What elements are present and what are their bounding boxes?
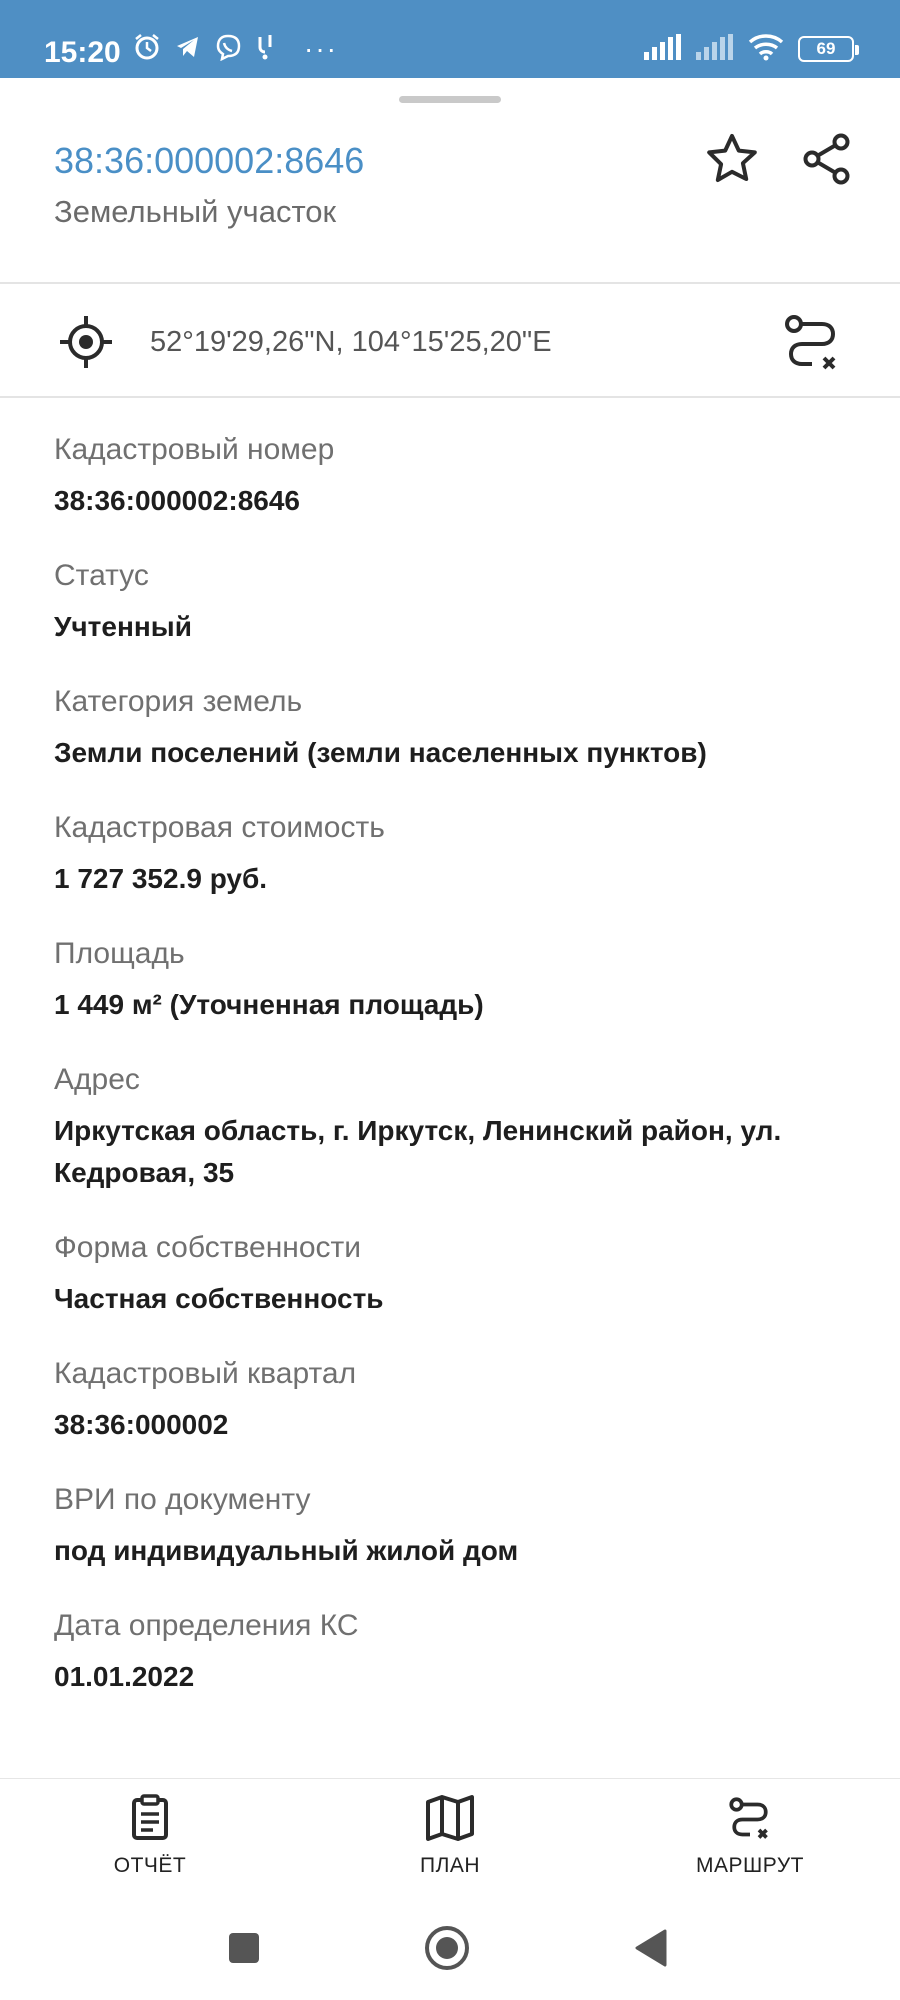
home-circle-icon bbox=[423, 1924, 471, 1977]
home-button[interactable] bbox=[417, 1920, 477, 1980]
field-value: Частная собственность bbox=[54, 1283, 384, 1314]
field-value: 38:36:000002 bbox=[54, 1409, 229, 1440]
notification-icon bbox=[254, 33, 278, 66]
route-nav-button[interactable]: МАРШРУТ bbox=[660, 1794, 840, 1878]
more-notifications-icon: ··· bbox=[304, 33, 338, 64]
field-valuation-date: Дата определения КС 01.01.2022 bbox=[54, 1606, 874, 1698]
telegram-icon bbox=[174, 33, 202, 66]
plan-label: ПЛАН bbox=[419, 1854, 481, 1877]
field-value: 38:36:000002:8646 bbox=[54, 485, 300, 516]
share-button[interactable] bbox=[796, 130, 858, 192]
sheet-drag-handle[interactable] bbox=[399, 96, 501, 103]
field-value: Иркутская область, г. Иркутск, Ленинский… bbox=[54, 1115, 782, 1188]
square-icon bbox=[227, 1931, 261, 1970]
field-cadastral-number: Кадастровый номер 38:36:000002:8646 bbox=[54, 430, 874, 522]
field-value: Земли поселений (земли населенных пункто… bbox=[54, 737, 707, 768]
viber-icon bbox=[214, 33, 242, 66]
system-nav-bar bbox=[0, 1900, 900, 2000]
field-value: 1 449 м² (Уточненная площадь) bbox=[54, 989, 484, 1020]
coordinates-divider bbox=[0, 396, 900, 398]
locate-button[interactable] bbox=[58, 314, 114, 370]
property-fields: Кадастровый номер 38:36:000002:8646 Стат… bbox=[54, 430, 874, 1732]
field-label: Статус bbox=[54, 559, 149, 592]
bottom-nav-divider bbox=[0, 1778, 900, 1779]
header-divider bbox=[0, 282, 900, 284]
share-icon bbox=[799, 131, 855, 192]
signal-icon bbox=[644, 33, 682, 65]
favorite-button[interactable] bbox=[701, 130, 763, 192]
route-icon bbox=[660, 1794, 840, 1842]
field-label: ВРИ по документу bbox=[54, 1483, 311, 1516]
report-icon bbox=[60, 1794, 240, 1842]
field-label: Площадь bbox=[54, 937, 185, 970]
bottom-nav: ОТЧЁТ ПЛАН МАРШРУТ bbox=[0, 1780, 900, 1890]
field-ownership-form: Форма собственности Частная собственност… bbox=[54, 1228, 874, 1320]
crosshair-icon bbox=[58, 316, 114, 374]
field-permitted-use: ВРИ по документу под индивидуальный жило… bbox=[54, 1480, 874, 1572]
recents-button[interactable] bbox=[214, 1920, 274, 1980]
field-value: 01.01.2022 bbox=[54, 1661, 195, 1692]
field-value: Учтенный bbox=[54, 611, 192, 642]
route-icon bbox=[780, 315, 844, 378]
star-icon bbox=[704, 131, 760, 192]
report-button[interactable]: ОТЧЁТ bbox=[60, 1794, 240, 1878]
page-subtitle: Земельный участок bbox=[54, 194, 337, 229]
field-label: Категория земель bbox=[54, 685, 303, 718]
back-button[interactable] bbox=[621, 1920, 681, 1980]
field-label: Форма собственности bbox=[54, 1231, 362, 1264]
field-value: 1 727 352.9 руб. bbox=[54, 863, 268, 894]
battery-icon: 69 bbox=[798, 36, 859, 62]
status-left-icons: ··· bbox=[132, 32, 338, 66]
coordinates-text[interactable]: 52°19'29,26"N, 104°15'25,20"E bbox=[150, 326, 552, 359]
field-address: Адрес Иркутская область, г. Иркутск, Лен… bbox=[54, 1060, 874, 1194]
route-label: МАРШРУТ bbox=[696, 1854, 804, 1877]
field-land-category: Категория земель Земли поселений (земли … bbox=[54, 682, 874, 774]
route-button[interactable] bbox=[780, 310, 844, 374]
back-triangle-icon bbox=[633, 1929, 669, 1972]
signal-icon-2 bbox=[696, 33, 734, 65]
field-label: Дата определения КС bbox=[54, 1609, 359, 1642]
page-title: 38:36:000002:8646 bbox=[54, 140, 365, 181]
plan-button[interactable]: ПЛАН bbox=[360, 1794, 540, 1878]
wifi-icon bbox=[748, 33, 784, 66]
report-label: ОТЧЁТ bbox=[113, 1854, 187, 1877]
status-right-icons: 69 bbox=[644, 32, 859, 66]
field-label: Кадастровая стоимость bbox=[54, 811, 385, 844]
status-bar: 15:20 ··· 69 bbox=[0, 0, 900, 78]
field-label: Кадастровый номер bbox=[54, 433, 335, 466]
field-value: под индивидуальный жилой дом bbox=[54, 1535, 519, 1566]
field-status: Статус Учтенный bbox=[54, 556, 874, 648]
status-time: 15:20 bbox=[44, 36, 121, 69]
field-cadastral-quarter: Кадастровый квартал 38:36:000002 bbox=[54, 1354, 874, 1446]
field-label: Кадастровый квартал bbox=[54, 1357, 357, 1390]
alarm-icon bbox=[132, 32, 162, 67]
map-icon bbox=[360, 1794, 540, 1842]
field-cadastral-value: Кадастровая стоимость 1 727 352.9 руб. bbox=[54, 808, 874, 900]
field-area: Площадь 1 449 м² (Уточненная площадь) bbox=[54, 934, 874, 1026]
field-label: Адрес bbox=[54, 1063, 140, 1096]
